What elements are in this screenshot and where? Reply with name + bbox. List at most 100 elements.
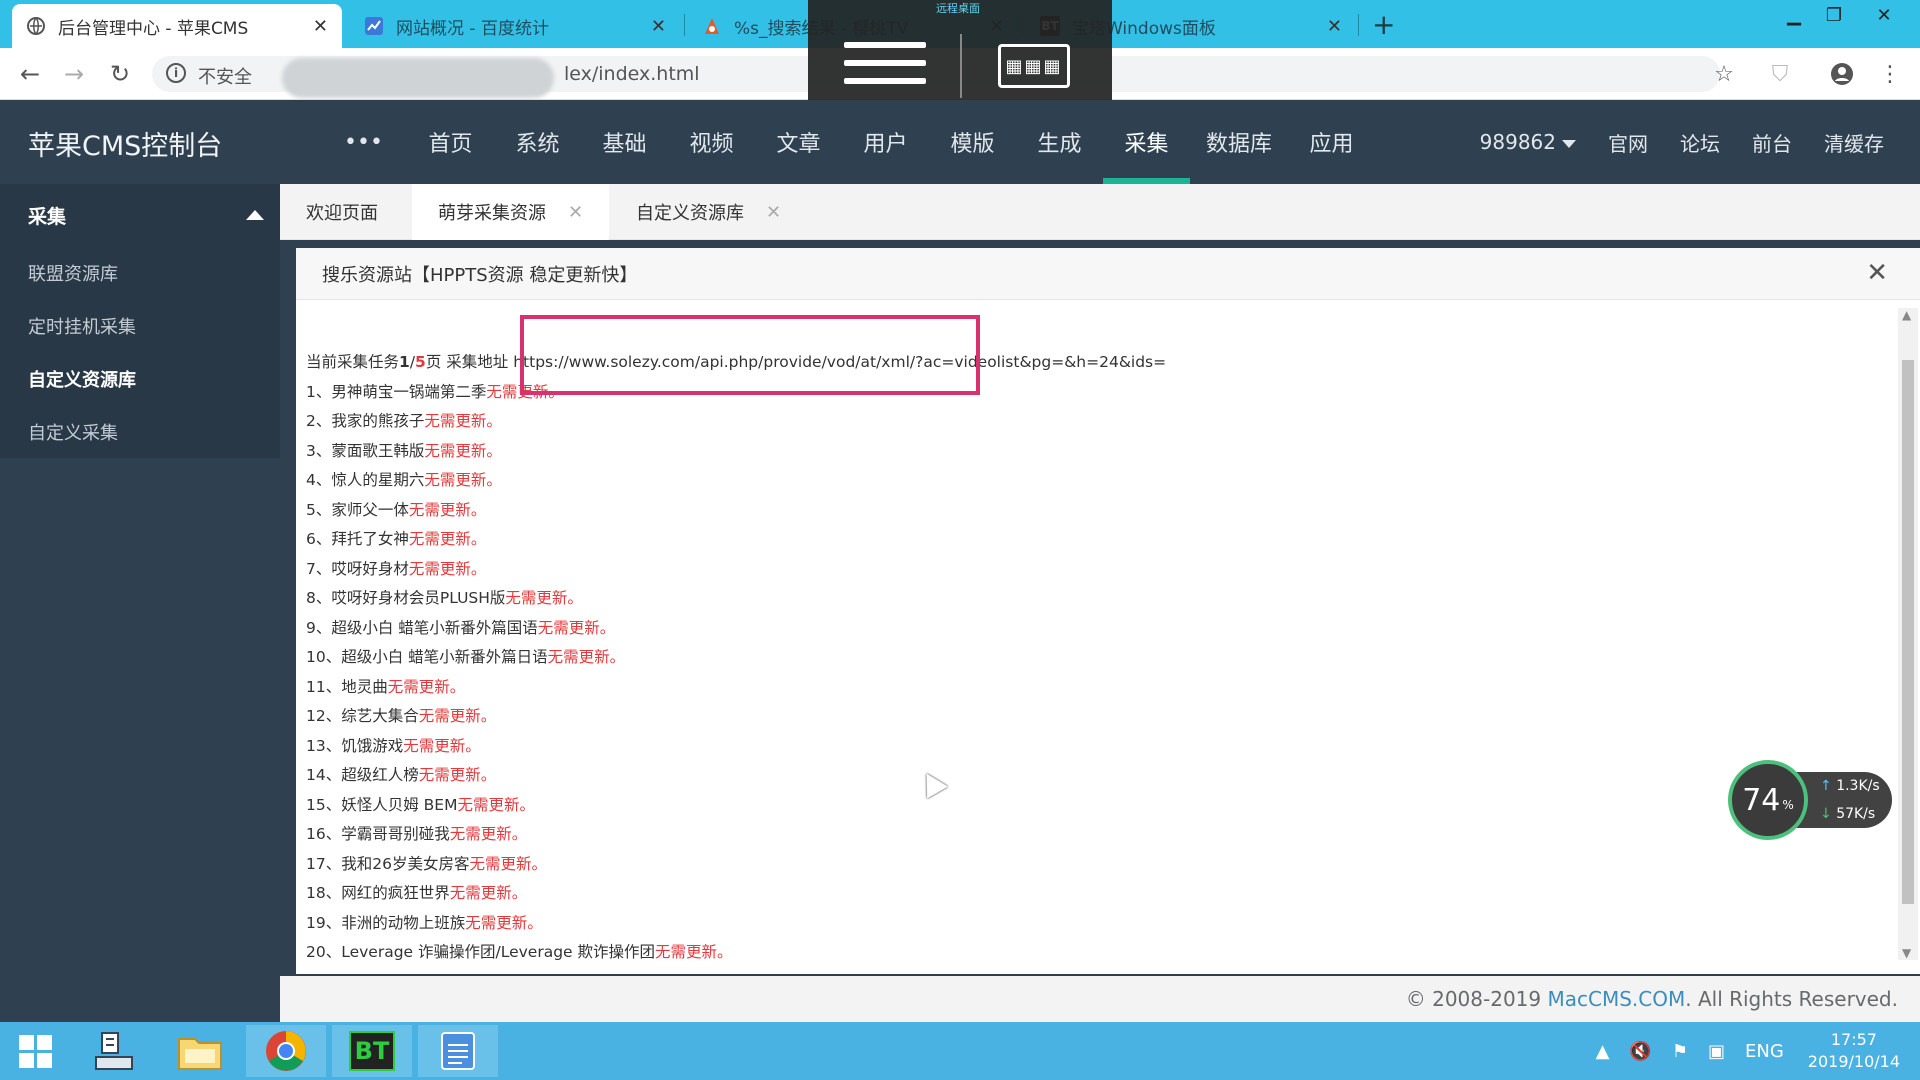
- nav-basic[interactable]: 基础: [581, 100, 668, 184]
- security-warning-icon[interactable]: ⚑: [1672, 1041, 1688, 1062]
- content-tabs: 欢迎页面 萌芽采集资源 ✕ 自定义资源库 ✕: [280, 184, 1920, 240]
- nav-database[interactable]: 数据库: [1190, 100, 1288, 184]
- link-forum[interactable]: 论坛: [1680, 128, 1720, 157]
- maccms-link[interactable]: MacCMS.COM: [1547, 987, 1685, 1011]
- link-clear-cache[interactable]: 清缓存: [1824, 128, 1884, 157]
- log-item: 14、超级红人榜无需更新。: [306, 761, 1866, 791]
- nav-home[interactable]: 首页: [407, 100, 494, 184]
- scroll-up-icon[interactable]: ▲: [1902, 308, 1911, 322]
- taskbar-server-manager[interactable]: [74, 1025, 154, 1077]
- log-item-status: 无需更新。: [449, 825, 528, 843]
- log-item: 9、超级小白 蜡笔小新番外篇国语无需更新。: [306, 614, 1866, 644]
- nav-collect[interactable]: 采集: [1103, 100, 1190, 184]
- collect-log: 当前采集任务1/5页 采集地址 https://www.solezy.com/a…: [306, 348, 1866, 968]
- extension-icon[interactable]: ⛉: [1766, 60, 1794, 88]
- sidebar-section-collect[interactable]: 采集: [0, 184, 280, 246]
- tab-custom-library[interactable]: 自定义资源库 ✕: [610, 184, 807, 240]
- tray-expand-icon[interactable]: ▲: [1596, 1041, 1610, 1062]
- log-item-status: 无需更新。: [387, 677, 466, 696]
- volume-muted-icon[interactable]: 🔇: [1629, 1041, 1651, 1062]
- scroll-thumb[interactable]: [1902, 360, 1914, 904]
- sidebar-item-scheduled-collect[interactable]: 定时挂机采集: [0, 299, 280, 352]
- log-item-status: 无需更新。: [408, 500, 487, 519]
- nav-user[interactable]: 用户: [842, 100, 929, 184]
- caret-up-icon: [246, 210, 264, 220]
- log-item: 5、家师父一体无需更新。: [306, 496, 1866, 526]
- windows-logo-icon: [18, 1034, 52, 1068]
- info-icon[interactable]: i: [166, 63, 186, 83]
- log-item: 15、妖怪人贝姆 BEM无需更新。: [306, 791, 1866, 821]
- start-button[interactable]: [0, 1025, 70, 1077]
- nav-generate[interactable]: 生成: [1016, 100, 1103, 184]
- log-item-title: 11、地灵曲: [306, 677, 388, 696]
- nav-apps[interactable]: 应用: [1288, 100, 1375, 184]
- log-item-title: 18、网红的疯狂世界: [306, 884, 450, 902]
- log-item-title: 12、综艺大集合: [306, 707, 419, 725]
- log-item: 11、地灵曲无需更新。: [306, 673, 1866, 703]
- taskbar-chrome[interactable]: [246, 1025, 326, 1077]
- sidebar-item-custom-collect[interactable]: 自定义采集: [0, 405, 280, 458]
- download-arrow-icon: ↓: [1820, 806, 1832, 822]
- log-item: 20、Leverage 诈骗操作团/Leverage 欺诈操作团无需更新。: [306, 938, 1866, 968]
- log-item-status: 无需更新。: [465, 913, 543, 932]
- browser-tab-cms-admin[interactable]: 后台管理中心 - 苹果CMS ✕: [12, 4, 342, 48]
- network-speed-widget[interactable]: 74% ↑ 1.3K/s ↓ 57K/s: [1728, 760, 1896, 840]
- close-icon[interactable]: ✕: [568, 202, 583, 223]
- forward-arrow-icon[interactable]: →: [58, 58, 90, 90]
- back-arrow-icon[interactable]: ←: [14, 58, 46, 90]
- close-icon[interactable]: ✕: [766, 202, 781, 223]
- browser-tab-baidu-stats[interactable]: 网站概况 - 百度统计 ✕: [350, 4, 680, 48]
- log-item-status: 无需更新。: [655, 943, 733, 961]
- close-icon[interactable]: ✕: [1866, 258, 1888, 288]
- close-icon[interactable]: ✕: [313, 16, 328, 37]
- menu-dots-icon[interactable]: ⋮: [1876, 60, 1904, 88]
- keyboard-icon[interactable]: ▦▦▦: [998, 44, 1070, 88]
- profile-icon[interactable]: [1828, 60, 1856, 88]
- nav-more[interactable]: •••: [320, 100, 407, 184]
- link-frontend[interactable]: 前台: [1752, 128, 1792, 157]
- reload-icon[interactable]: ↻: [104, 58, 136, 90]
- browser-tab-title: 后台管理中心 - 苹果CMS: [58, 18, 249, 39]
- link-official-site[interactable]: 官网: [1608, 128, 1648, 157]
- log-item-title: 6、拜托了女神: [306, 530, 409, 548]
- bookmark-star-icon[interactable]: ☆: [1710, 60, 1738, 88]
- log-current-page: 1: [399, 353, 410, 371]
- log-item-title: 3、蒙面歌王韩版: [306, 441, 425, 460]
- hamburger-menu-icon[interactable]: [844, 42, 926, 92]
- user-menu[interactable]: 989862: [1480, 130, 1576, 154]
- network-icon[interactable]: ▣: [1708, 1041, 1725, 1062]
- sidebar-item-custom-library[interactable]: 自定义资源库: [0, 352, 280, 405]
- url-text: lex/index.html: [564, 63, 700, 85]
- taskbar-notepad[interactable]: [418, 1025, 498, 1077]
- log-item-title: 15、妖怪人贝姆 BEM: [306, 795, 458, 814]
- log-page-suffix: 页 采集地址: [425, 353, 509, 371]
- log-item-status: 无需更新。: [449, 884, 528, 902]
- tab-mengya-collect[interactable]: 萌芽采集资源 ✕: [412, 184, 610, 240]
- taskbar-clock[interactable]: 17:57 2019/10/14: [1808, 1029, 1900, 1073]
- taskbar-bt-panel[interactable]: BT: [332, 1025, 412, 1077]
- insecure-label: 不安全: [198, 67, 252, 88]
- panel-scrollbar[interactable]: ▲ ▼: [1898, 308, 1918, 960]
- window-close-icon[interactable]: ✕: [1862, 0, 1906, 30]
- sidebar-item-union-library[interactable]: 联盟资源库: [0, 246, 280, 299]
- tab-welcome[interactable]: 欢迎页面: [280, 184, 404, 240]
- nav-system[interactable]: 系统: [494, 100, 581, 184]
- taskbar-file-explorer[interactable]: [160, 1025, 240, 1077]
- log-item-title: 5、家师父一体: [306, 500, 409, 519]
- url-highlight-box: [520, 315, 980, 395]
- close-icon[interactable]: ✕: [651, 16, 666, 37]
- nav-video[interactable]: 视频: [668, 100, 755, 184]
- log-item-title: 17、我和26岁美女房客: [306, 854, 470, 873]
- log-item: 18、网红的疯狂世界无需更新。: [306, 879, 1866, 909]
- log-item-title: 13、饥饿游戏: [306, 736, 404, 755]
- scroll-down-icon[interactable]: ▼: [1902, 946, 1911, 960]
- minimize-icon[interactable]: ▁: [1772, 0, 1816, 30]
- input-language[interactable]: ENG: [1745, 1041, 1784, 1062]
- nav-template[interactable]: 模版: [929, 100, 1016, 184]
- nav-article[interactable]: 文章: [755, 100, 842, 184]
- new-tab-button[interactable]: +: [1372, 8, 1395, 41]
- bt-panel-icon: BT: [349, 1031, 395, 1071]
- close-icon[interactable]: ✕: [1327, 16, 1342, 37]
- log-item: 13、饥饿游戏无需更新。: [306, 732, 1866, 762]
- restore-icon[interactable]: ❐: [1812, 0, 1856, 30]
